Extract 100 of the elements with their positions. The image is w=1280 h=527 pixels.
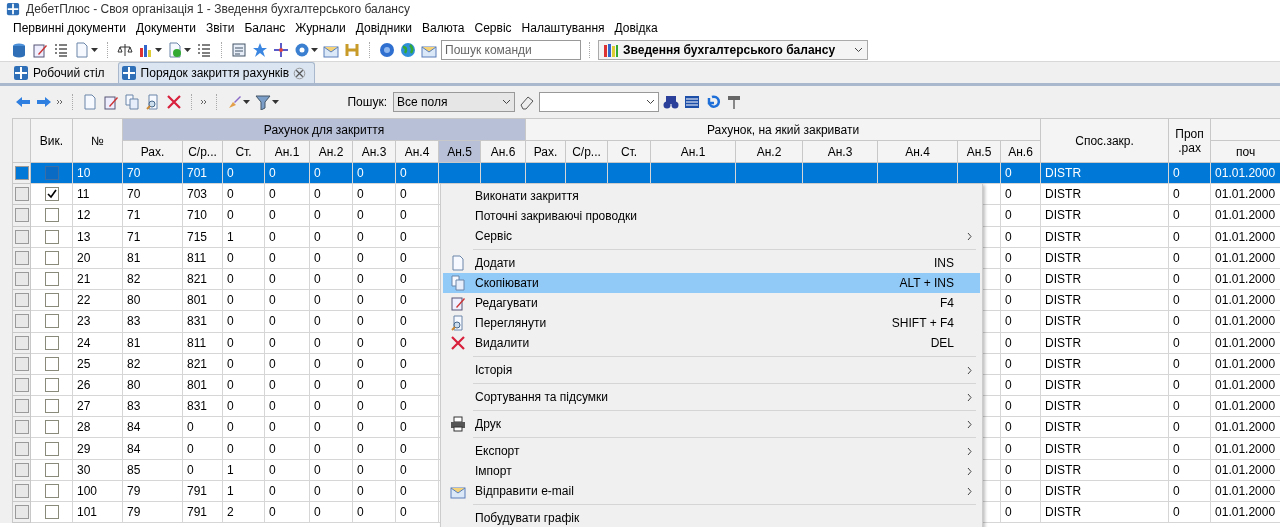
copy-icon — [450, 275, 466, 291]
document-icon — [450, 255, 466, 271]
checkbox[interactable] — [44, 229, 59, 244]
menu-item[interactable]: Первинні документи — [8, 21, 131, 35]
menu-item[interactable]: Поточні закриваючі проводки — [443, 206, 980, 226]
menu-item[interactable]: Історія — [443, 360, 980, 380]
menu-item[interactable]: Довідка — [609, 21, 663, 35]
app-logo-icon — [13, 65, 29, 81]
shortcut-label: INS — [934, 256, 955, 270]
menu-item[interactable]: Виконати закриття — [443, 186, 980, 206]
list-icon — [53, 41, 69, 58]
edit-icon — [103, 94, 119, 110]
menu-item[interactable]: Довідники — [350, 21, 418, 35]
checkbox[interactable] — [44, 335, 59, 350]
hammer-icon — [726, 94, 742, 110]
caret-icon — [155, 47, 162, 52]
toolbar-button[interactable] — [73, 39, 99, 60]
menu-item[interactable]: Експорт — [443, 441, 980, 461]
menu-item[interactable]: Звіти — [200, 21, 240, 35]
checkbox[interactable] — [44, 505, 59, 520]
row-selector[interactable] — [15, 187, 29, 202]
menu-item[interactable]: Сервіс — [443, 226, 980, 246]
row-selector[interactable] — [15, 505, 29, 520]
shortcut-label: ALT + INS — [899, 276, 955, 290]
checkbox[interactable] — [44, 314, 59, 329]
checkbox[interactable] — [44, 293, 59, 308]
menu-item[interactable]: Редагувати F4 — [443, 293, 980, 313]
row-selector[interactable] — [15, 250, 29, 265]
database-icon — [11, 41, 27, 58]
menu-item[interactable]: Додати INS — [443, 253, 980, 273]
row-selector[interactable] — [15, 293, 29, 308]
menu-item[interactable]: Відправити e-mail — [443, 481, 980, 501]
menu-item[interactable]: Побудувати графік — [443, 508, 980, 527]
menu-item[interactable]: Скопіювати ALT + INS — [443, 273, 980, 293]
column-header[interactable]: Спос.закр. — [1040, 118, 1169, 163]
checkbox[interactable] — [44, 483, 59, 498]
menu-item[interactable]: Сортування та підсумки — [443, 387, 980, 407]
tab[interactable]: Порядок закриття рахунків — [117, 62, 316, 83]
menu-item[interactable]: Документи — [131, 21, 201, 35]
chevron-down-icon — [854, 46, 863, 53]
preview-icon — [145, 94, 161, 110]
row-selector[interactable] — [15, 377, 29, 392]
column-group-header: Рахунок, на який закривати — [525, 118, 1041, 141]
report-select[interactable]: Зведення бухгалтерського балансу — [598, 39, 868, 60]
preview-icon — [450, 315, 466, 331]
command-search-field[interactable]: Пошук команди — [441, 39, 581, 60]
checkbox[interactable] — [44, 187, 59, 202]
row-selector[interactable] — [15, 272, 29, 287]
chevron-down-icon — [502, 99, 511, 105]
checkbox[interactable] — [44, 462, 59, 477]
menu-item[interactable]: Валюта — [417, 21, 470, 35]
copy-icon — [124, 94, 140, 110]
menu-item[interactable]: Видалити DEL — [443, 333, 980, 353]
row-selector[interactable] — [15, 483, 29, 498]
shortcut-label: SHIFT + F4 — [891, 316, 955, 330]
menu-item[interactable]: Налаштування — [516, 21, 610, 35]
row-selector[interactable] — [15, 314, 29, 329]
shortcut-label: DEL — [930, 336, 955, 350]
column-header[interactable]: Проп .рах — [1168, 118, 1211, 163]
toolbar-button[interactable] — [254, 92, 280, 112]
row-selector[interactable] — [15, 441, 29, 456]
row-selector[interactable] — [15, 462, 29, 477]
row-selector[interactable] — [15, 420, 29, 435]
search-field[interactable] — [539, 92, 659, 112]
edit-icon — [450, 295, 466, 311]
delete-icon — [166, 94, 182, 110]
search-scope-select[interactable]: Все поля — [393, 92, 515, 112]
edit-icon — [32, 41, 48, 58]
menu-item[interactable]: Друк — [443, 414, 980, 434]
row-selector[interactable] — [15, 335, 29, 350]
menu-item[interactable]: Баланс — [239, 21, 291, 35]
checkbox[interactable] — [44, 441, 59, 456]
row-selector[interactable] — [15, 399, 29, 414]
checkbox[interactable] — [44, 272, 59, 287]
list-icon — [684, 94, 700, 110]
chevron-right-icon — [966, 392, 972, 402]
menu-item[interactable]: Сервіс — [469, 21, 517, 35]
checkbox[interactable] — [44, 377, 59, 392]
checkbox[interactable] — [44, 208, 59, 223]
menu-item[interactable]: Переглянути SHIFT + F4 — [443, 313, 980, 333]
checkbox[interactable] — [44, 166, 59, 181]
app-logo-icon — [120, 65, 137, 81]
row-selector[interactable] — [15, 229, 29, 244]
checkbox[interactable] — [44, 250, 59, 265]
delete-icon — [450, 335, 466, 351]
caret-icon — [311, 47, 318, 52]
menu-item[interactable]: Журнали — [290, 21, 351, 35]
row-selector[interactable] — [15, 356, 29, 371]
checkbox[interactable] — [44, 399, 59, 414]
arrow-right-icon — [36, 94, 52, 110]
row-selector[interactable] — [15, 208, 29, 223]
toolbar-button[interactable] — [166, 39, 192, 60]
column-header[interactable]: Вик. — [30, 118, 73, 163]
shortcut-label: F4 — [940, 296, 955, 310]
checkbox[interactable] — [44, 356, 59, 371]
column-header[interactable]: № — [72, 118, 123, 163]
menu-item[interactable]: Імпорт — [443, 461, 980, 481]
row-selector[interactable] — [15, 166, 29, 181]
checkbox[interactable] — [44, 420, 59, 435]
document-icon — [74, 41, 90, 58]
